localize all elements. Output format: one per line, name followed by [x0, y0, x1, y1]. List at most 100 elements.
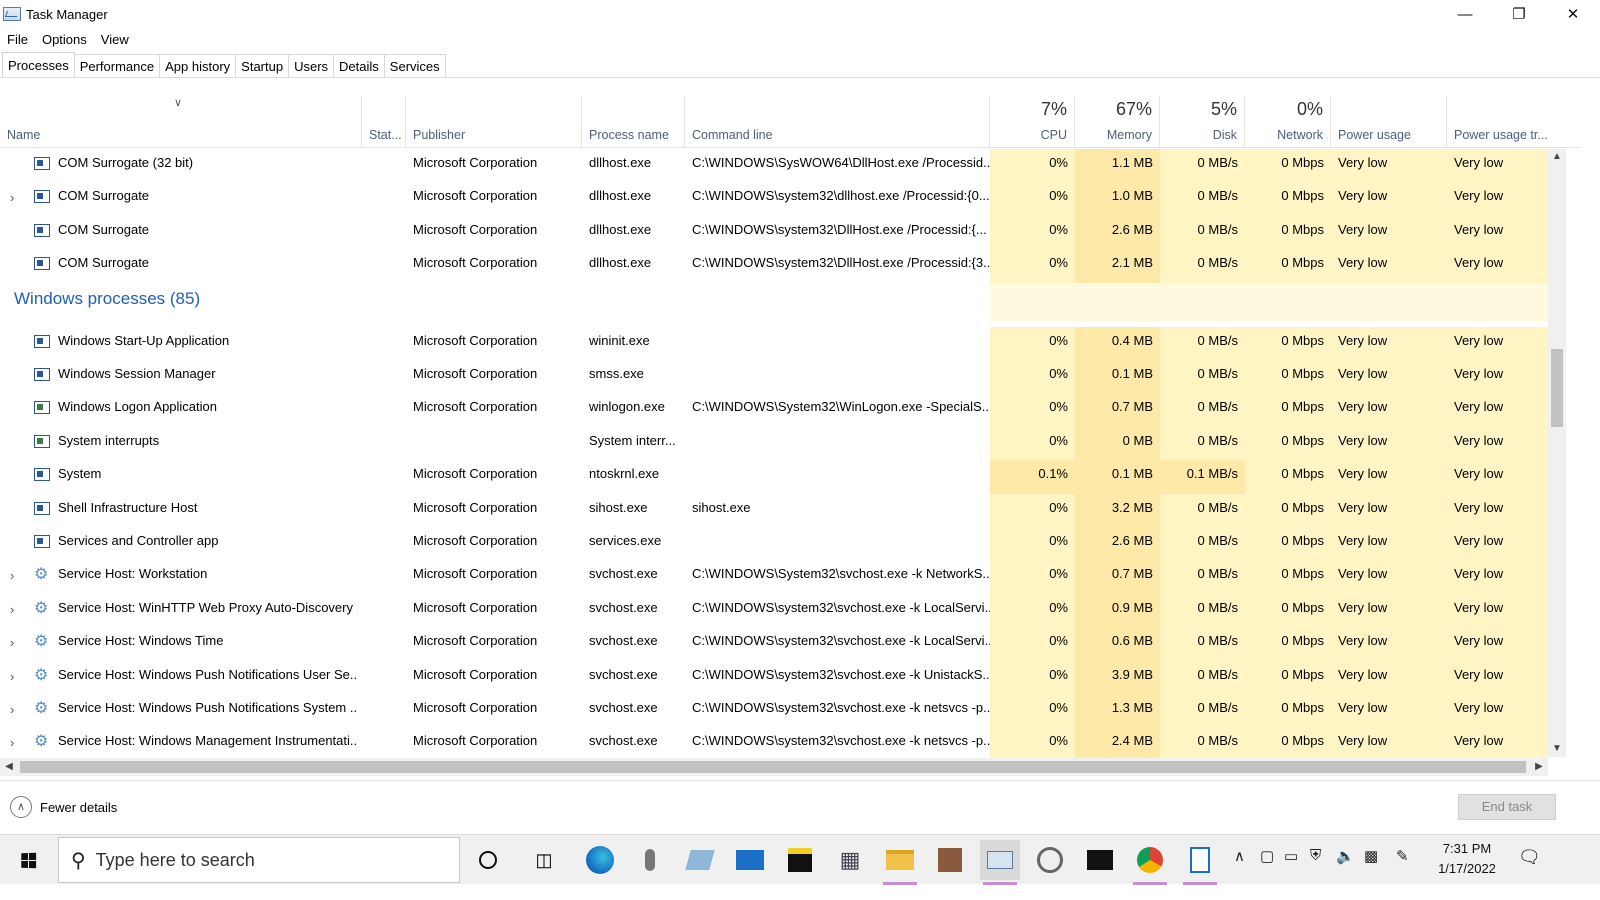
expand-chevron-icon[interactable]: › [10, 190, 14, 205]
maximize-button[interactable]: ❐ [1492, 0, 1546, 28]
process-row[interactable]: › Service Host: Windows Push Notification… [0, 660, 1580, 695]
process-row[interactable]: › Service Host: Windows Push Notification… [0, 694, 1580, 728]
column-header-process-name[interactable]: Process name [582, 96, 685, 148]
expand-chevron-icon[interactable]: › [10, 602, 14, 617]
expand-chevron-icon[interactable]: › [10, 702, 14, 717]
task-manager-taskbar-icon[interactable] [980, 840, 1020, 885]
chrome-icon[interactable] [1130, 840, 1170, 885]
task-view-icon[interactable]: ◫ [524, 840, 564, 880]
scroll-up-arrow-icon[interactable]: ▲ [1548, 149, 1566, 165]
end-task-button[interactable]: End task [1458, 794, 1556, 820]
column-header-power-trend[interactable]: Power usage tr... [1447, 96, 1548, 148]
cell-power: Very low [1331, 560, 1447, 595]
notes-app-icon[interactable] [680, 840, 720, 880]
fewer-details-button[interactable]: ∧ Fewer details [10, 796, 117, 818]
process-row[interactable]: › Service Host: WinHTTP Web Proxy Auto-Di… [0, 593, 1580, 628]
horizontal-scrollbar[interactable]: ◀ ▶ [0, 758, 1548, 776]
column-header-cpu[interactable]: 7% CPU [990, 96, 1075, 148]
cell-cpu: 0% [990, 660, 1075, 695]
process-row[interactable]: › Service Host: Windows Management Instru… [0, 727, 1580, 760]
mail-icon[interactable] [730, 840, 770, 880]
edge-icon[interactable] [580, 840, 620, 880]
pen-icon[interactable]: ✎ [1396, 847, 1409, 865]
process-row[interactable]: Services and Controller app Microsoft Cor… [0, 527, 1580, 561]
taskbar-search[interactable]: ⚲ [58, 837, 460, 883]
display-icon[interactable]: ▩ [1364, 847, 1378, 865]
process-row[interactable]: COM Surrogate Microsoft Corporation dllhos… [0, 215, 1580, 250]
start-button[interactable] [0, 835, 56, 885]
column-header-network[interactable]: 0% Network [1245, 96, 1331, 148]
column-header-power-usage[interactable]: Power usage [1331, 96, 1447, 148]
cell-memory: 0 MB [1075, 426, 1160, 461]
package-app-icon[interactable] [930, 840, 970, 880]
cell-disk: 0 MB/s [1160, 249, 1245, 284]
cell-network: 0 Mbps [1245, 560, 1331, 595]
document-app-icon[interactable]: ▦ [830, 840, 870, 880]
cell-trend: Very low [1447, 426, 1548, 461]
notepad-icon[interactable] [1180, 840, 1220, 885]
expand-chevron-icon[interactable]: › [10, 669, 14, 684]
cell-memory: 1.3 MB [1075, 694, 1160, 728]
taskbar-clock[interactable]: 7:31 PM 1/17/2022 [1424, 839, 1510, 879]
column-header-name[interactable]: Name [0, 96, 362, 148]
vertical-scroll-thumb[interactable] [1551, 349, 1563, 427]
column-header-disk[interactable]: 5% Disk [1160, 96, 1245, 148]
process-row[interactable]: Windows Session Manager Microsoft Corpora… [0, 360, 1580, 394]
process-row[interactable]: › COM Surrogate Microsoft Corporation dllho… [0, 182, 1580, 217]
menu-view[interactable]: View [94, 32, 136, 47]
scroll-left-arrow-icon[interactable]: ◀ [0, 758, 18, 776]
tray-app-icon[interactable]: ▢ [1260, 847, 1274, 865]
vertical-scrollbar[interactable]: ▲ ▼ [1548, 149, 1566, 757]
file-explorer-icon[interactable] [880, 840, 920, 885]
microphone-app-icon[interactable] [630, 840, 670, 880]
column-header-publisher[interactable]: Publisher [406, 96, 582, 148]
tab-app-history[interactable]: App history [159, 54, 237, 77]
menu-options[interactable]: Options [35, 32, 94, 47]
column-header-memory[interactable]: 67% Memory [1075, 96, 1160, 148]
cell-process: svchost.exe [589, 666, 658, 682]
sticky-notes-icon[interactable] [780, 840, 820, 880]
network-icon[interactable]: ▭ [1284, 847, 1298, 865]
tab-users[interactable]: Users [288, 54, 335, 77]
tab-details[interactable]: Details [333, 54, 385, 77]
security-shield-icon[interactable]: ⛨ [1310, 847, 1321, 864]
cell-power: Very low [1331, 527, 1447, 561]
process-row[interactable]: COM Surrogate (32 bit) Microsoft Corporat… [0, 149, 1580, 183]
cell-network: 0 Mbps [1245, 426, 1331, 461]
title-bar: Task Manager — ❐ ✕ [0, 0, 1600, 28]
process-row[interactable]: Shell Infrastructure Host Microsoft Corpo… [0, 493, 1580, 528]
tray-overflow-chevron-icon[interactable]: ∧ [1234, 847, 1245, 865]
minimize-button[interactable]: — [1438, 0, 1492, 28]
tab-services[interactable]: Services [383, 54, 446, 77]
terminal-icon[interactable] [1080, 840, 1120, 880]
process-row[interactable]: › Service Host: Windows Time Microsoft Cor… [0, 627, 1580, 662]
process-row[interactable]: System interrupts System interr... 0% 0 MB 0… [0, 426, 1580, 461]
scroll-right-arrow-icon[interactable]: ▶ [1530, 758, 1548, 776]
cell-memory: 0.1 MB [1075, 360, 1160, 394]
close-button[interactable]: ✕ [1546, 0, 1600, 28]
process-row[interactable]: Windows Start-Up Application Microsoft Co… [0, 326, 1580, 361]
tab-startup[interactable]: Startup [235, 54, 290, 77]
column-header-command-line[interactable]: Command line [685, 96, 990, 148]
process-row[interactable]: › Service Host: Workstation Microsoft Corp… [0, 560, 1580, 595]
menu-file[interactable]: File [0, 32, 35, 47]
cell-process: svchost.exe [589, 599, 658, 615]
expand-chevron-icon[interactable]: › [10, 735, 14, 750]
expand-chevron-icon[interactable]: › [10, 635, 14, 650]
notifications-icon[interactable]: 🗨 [1518, 847, 1541, 868]
horizontal-scroll-thumb[interactable] [20, 761, 1526, 773]
clock-app-icon[interactable] [1030, 840, 1070, 880]
column-header-status[interactable]: Stat... [362, 96, 406, 148]
scroll-down-arrow-icon[interactable]: ▼ [1548, 741, 1566, 757]
process-row[interactable]: System Microsoft Corporation ntoskrnl.exe 0… [0, 460, 1580, 495]
tab-processes[interactable]: Processes [2, 52, 75, 77]
cell-memory: 0.6 MB [1075, 627, 1160, 662]
volume-icon[interactable]: 🔈 [1336, 847, 1355, 865]
process-row[interactable]: Windows Logon Application Microsoft Corpo… [0, 393, 1580, 428]
process-row[interactable]: COM Surrogate Microsoft Corporation dllhos… [0, 249, 1580, 284]
expand-chevron-icon[interactable]: › [10, 568, 14, 583]
cell-cmd: sihost.exe [692, 499, 751, 515]
cortana-icon[interactable] [468, 840, 508, 880]
tab-performance[interactable]: Performance [73, 54, 161, 77]
search-input[interactable] [95, 849, 426, 871]
